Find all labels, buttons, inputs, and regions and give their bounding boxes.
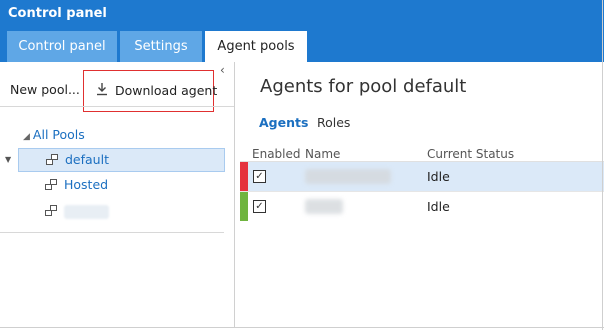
header-bar: Control panel Control panel Settings Age… [0, 0, 604, 62]
tree-item-default[interactable]: ▼ default [5, 148, 225, 172]
tree-item-label: Hosted [64, 177, 109, 192]
tab-control-panel[interactable]: Control panel [7, 31, 117, 62]
control-panel-window: Control panel Control panel Settings Age… [0, 0, 604, 330]
redacted-agent-name [305, 169, 391, 184]
tab-agent-pools[interactable]: Agent pools [205, 31, 307, 62]
window-border-bottom [0, 327, 604, 328]
agents-pane: Agents for pool default Agents Roles Ena… [240, 62, 604, 328]
agent-status: Idle [427, 169, 450, 184]
window-border-right [602, 0, 603, 330]
agent-row[interactable]: ✓ Idle [240, 192, 604, 221]
page-title: Agents for pool default [260, 76, 467, 97]
subtab-roles[interactable]: Roles [317, 115, 350, 130]
agent-status-indicator [240, 162, 248, 191]
subtab-agents[interactable]: Agents [259, 115, 308, 130]
tree-root-label: All Pools [32, 127, 85, 142]
column-header-name[interactable]: Name [305, 147, 340, 161]
agent-row[interactable]: ✓ Idle [240, 162, 604, 191]
agent-pool-icon [46, 154, 60, 167]
expanded-triangle-icon: ◢ [23, 132, 30, 142]
download-agent-label: Download agent [115, 83, 218, 98]
app-title: Control panel [8, 6, 107, 21]
redacted-pool-name [64, 205, 109, 219]
redacted-agent-name [305, 199, 343, 214]
agent-pool-icon [45, 205, 59, 218]
tree-item-hosted[interactable]: Hosted [18, 174, 225, 198]
enabled-checkbox[interactable]: ✓ [253, 200, 266, 213]
tree-item-label: default [65, 152, 109, 167]
column-header-enabled[interactable]: Enabled [252, 147, 301, 161]
new-pool-button[interactable]: New pool... [10, 82, 80, 97]
pool-navigation-pane: ‹ New pool... Download agent ◢ All Pools … [0, 62, 235, 328]
chevron-left-icon[interactable]: ‹ [220, 64, 225, 76]
expand-arrow-icon[interactable]: ▼ [5, 155, 11, 164]
agent-status: Idle [427, 199, 450, 214]
tree-item-redacted[interactable] [18, 200, 225, 224]
agent-pool-icon [45, 179, 59, 192]
column-header-status[interactable]: Current Status [427, 147, 514, 161]
tab-settings[interactable]: Settings [120, 31, 202, 62]
enabled-checkbox[interactable]: ✓ [253, 170, 266, 183]
toolbar-divider [0, 106, 234, 107]
download-icon [96, 82, 108, 100]
tree-divider [0, 232, 224, 233]
tree-root-all-pools[interactable]: ◢ All Pools [23, 127, 85, 142]
agent-status-indicator [240, 192, 248, 221]
